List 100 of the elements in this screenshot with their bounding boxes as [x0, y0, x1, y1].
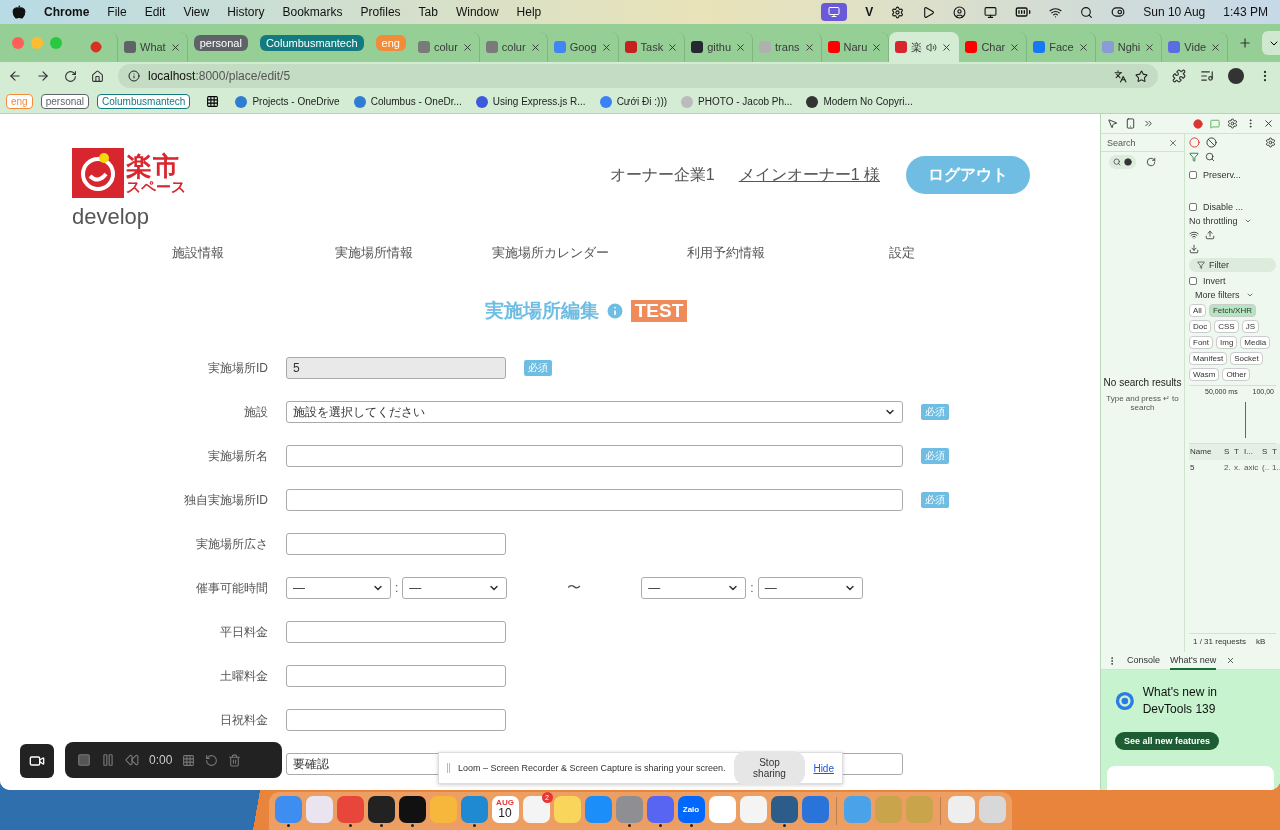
input-field[interactable]: [286, 621, 506, 643]
close-icon[interactable]: [600, 41, 612, 53]
more-filters-button[interactable]: More filters: [1189, 290, 1276, 300]
menu-item[interactable]: Window: [455, 5, 499, 19]
grip-icon[interactable]: [447, 763, 450, 773]
menu-item[interactable]: History: [227, 5, 265, 19]
hide-link[interactable]: Hide: [813, 762, 834, 774]
back-button[interactable]: [8, 69, 22, 83]
select-field[interactable]: —: [286, 577, 391, 599]
bookmark-link[interactable]: Modern No Copyri...: [806, 95, 913, 108]
app-icon[interactable]: [367, 795, 395, 823]
avatar-icon[interactable]: [1228, 68, 1244, 84]
bookmark-group-chip[interactable]: Columbusmantech: [97, 94, 191, 109]
close-icon[interactable]: [1077, 41, 1089, 53]
close-icon[interactable]: [1009, 41, 1021, 53]
app-icon[interactable]: [398, 795, 426, 823]
clear-icon[interactable]: [1124, 158, 1132, 166]
filter-chip[interactable]: All: [1189, 304, 1206, 317]
close-icon[interactable]: [871, 41, 883, 53]
menu-item[interactable]: Help: [516, 5, 542, 19]
filter-chip[interactable]: Other: [1222, 368, 1251, 381]
column-header[interactable]: I...: [1243, 444, 1261, 460]
close-icon[interactable]: [169, 41, 181, 53]
logo[interactable]: 楽市 スペース: [72, 148, 196, 198]
stop-sharing-button[interactable]: Stop sharing: [733, 751, 806, 785]
tab-group-chip[interactable]: personal: [193, 35, 248, 51]
filter-chip[interactable]: Media: [1240, 336, 1271, 349]
rewind-icon[interactable]: [125, 753, 139, 767]
checkbox[interactable]: [1189, 277, 1197, 285]
menu-item[interactable]: Tab: [418, 5, 438, 19]
record-icon[interactable]: [1189, 137, 1200, 148]
apps-grid-icon[interactable]: [206, 95, 220, 108]
wifi-icon[interactable]: [1189, 230, 1199, 240]
filter-icon[interactable]: [1189, 152, 1199, 162]
filter-chip[interactable]: Img: [1216, 336, 1238, 349]
checkbox[interactable]: [1189, 171, 1197, 179]
battery-icon[interactable]: [1015, 4, 1032, 20]
tab-group-chip[interactable]: Columbusmantech: [259, 35, 364, 51]
browser-tab[interactable]: 楽: [889, 32, 960, 62]
drawer-tab[interactable]: What's new: [1170, 651, 1217, 670]
bookmark-link[interactable]: Cưới Đi :))): [599, 95, 668, 108]
menu-item[interactable]: Edit: [144, 5, 166, 19]
clear-icon[interactable]: [1206, 137, 1217, 148]
camera-button[interactable]: [20, 744, 54, 778]
user-link[interactable]: メインオーナー1 様: [738, 164, 880, 186]
column-header[interactable]: T: [1271, 444, 1280, 460]
home-button[interactable]: [91, 69, 104, 83]
menu-date[interactable]: Sun 10 Aug: [1143, 5, 1206, 19]
filter-chip[interactable]: Wasm: [1189, 368, 1220, 381]
close-icon[interactable]: [1168, 137, 1178, 148]
menu-item[interactable]: Bookmarks: [282, 5, 343, 19]
play-icon[interactable]: [922, 5, 936, 19]
screen-share-icon[interactable]: [821, 3, 848, 21]
filter-chip[interactable]: Doc: [1189, 320, 1212, 333]
checkbox[interactable]: [1189, 203, 1197, 211]
pause-icon[interactable]: [101, 753, 115, 767]
menu-item[interactable]: View: [183, 5, 210, 19]
close-icon[interactable]: [941, 41, 953, 53]
column-header[interactable]: Name: [1189, 444, 1223, 460]
app-icon[interactable]: Zalo: [677, 795, 705, 823]
menu-item[interactable]: File: [107, 5, 127, 19]
bookmark-link[interactable]: Projects - OneDrive: [235, 95, 340, 108]
stop-icon[interactable]: [77, 753, 91, 767]
menu-item[interactable]: Chrome: [44, 5, 90, 19]
select-field[interactable]: —: [641, 577, 747, 599]
apple-icon[interactable]: [12, 5, 26, 19]
star-icon[interactable]: [1135, 69, 1148, 83]
close-icon[interactable]: [1226, 656, 1236, 665]
filter-chip[interactable]: Fetch/XHR: [1208, 304, 1256, 317]
calendar-icon[interactable]: AUG 10: [491, 795, 519, 823]
upload-icon[interactable]: [1205, 230, 1215, 240]
filter-chip[interactable]: Font: [1189, 336, 1213, 349]
nav-link[interactable]: 設定: [814, 244, 990, 262]
nav-link[interactable]: 施設情報: [110, 244, 286, 262]
menu-clock[interactable]: 1:43 PM: [1223, 5, 1268, 19]
bookmark-link[interactable]: Columbus - OneDr...: [353, 95, 462, 108]
filter-chip[interactable]: Manifest: [1189, 352, 1228, 365]
download-icon[interactable]: [1189, 244, 1199, 254]
restart-icon[interactable]: [205, 753, 219, 767]
input-field[interactable]: [286, 489, 903, 511]
bookmark-link[interactable]: Using Express.js R...: [475, 95, 586, 108]
nav-link[interactable]: 実施場所カレンダー: [462, 244, 638, 262]
device-icon[interactable]: [1125, 118, 1136, 129]
extensions-button[interactable]: [1172, 69, 1186, 83]
nav-link[interactable]: 利用予約情報: [638, 244, 814, 262]
close-icon[interactable]: [735, 41, 747, 53]
media-button[interactable]: [1200, 69, 1214, 83]
input-field[interactable]: [286, 709, 506, 731]
window-icon[interactable]: [984, 5, 998, 19]
menu-item[interactable]: Profiles: [360, 5, 401, 19]
more-tabs-icon[interactable]: [1143, 118, 1154, 129]
search-icon[interactable]: [1205, 152, 1215, 162]
select-field[interactable]: 施設を選択してください: [286, 401, 903, 423]
settings-icon[interactable]: [1227, 118, 1238, 129]
search-icon[interactable]: [1080, 5, 1094, 19]
close-icon[interactable]: [803, 41, 815, 53]
filter-chip[interactable]: CSS: [1214, 320, 1239, 333]
see-all-button[interactable]: See all new features: [1115, 731, 1220, 750]
bookmark-group-chip[interactable]: personal: [40, 94, 90, 109]
reload-button[interactable]: [64, 69, 77, 83]
